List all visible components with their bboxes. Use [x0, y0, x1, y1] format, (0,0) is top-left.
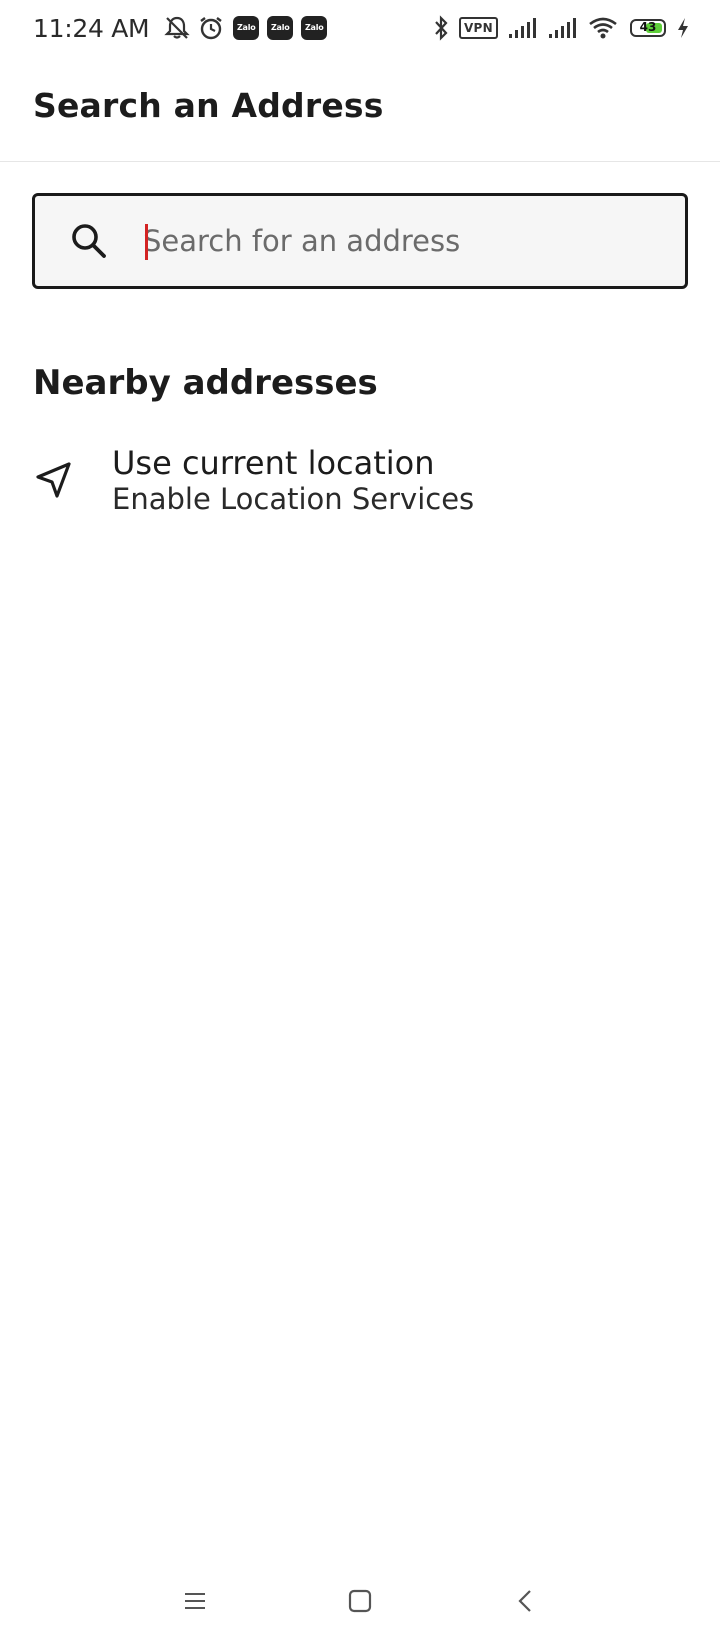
- bluetooth-icon: [433, 15, 449, 41]
- home-icon[interactable]: [345, 1586, 375, 1616]
- back-icon[interactable]: [510, 1586, 540, 1616]
- zalo-icon: Zalo: [267, 16, 294, 40]
- screen: 11:24 AM Zalo Zalo Zalo VPN 43 Search an…: [0, 0, 720, 1650]
- signal-icon: [508, 17, 538, 39]
- battery-icon: 43: [630, 19, 666, 37]
- mute-notifications-icon: [163, 15, 191, 41]
- navigation-arrow-icon: [34, 460, 74, 500]
- location-title: Use current location: [112, 444, 435, 482]
- search-box[interactable]: [32, 193, 688, 289]
- page-title: Search an Address: [33, 86, 384, 125]
- signal-icon: [548, 17, 578, 39]
- header: Search an Address: [0, 56, 720, 162]
- use-current-location-item[interactable]: Use current location Enable Location Ser…: [0, 440, 720, 520]
- zalo-icon: Zalo: [301, 16, 328, 40]
- zalo-icon: Zalo: [233, 16, 260, 40]
- status-right: VPN 43: [423, 15, 690, 41]
- vpn-icon: VPN: [458, 17, 498, 39]
- system-nav-bar: [0, 1574, 720, 1630]
- battery-level: 43: [639, 20, 657, 34]
- search-input[interactable]: [143, 211, 685, 271]
- wifi-icon: [588, 16, 618, 40]
- status-left: 11:24 AM Zalo Zalo Zalo: [33, 13, 328, 43]
- charging-icon: [676, 17, 690, 39]
- location-subtitle: Enable Location Services: [112, 482, 475, 516]
- location-text: Use current location Enable Location Ser…: [112, 444, 474, 516]
- status-bar: 11:24 AM Zalo Zalo Zalo VPN 43: [0, 0, 720, 56]
- alarm-icon: [197, 15, 225, 41]
- nearby-addresses-title: Nearby addresses: [33, 363, 378, 403]
- status-time: 11:24 AM: [33, 13, 150, 43]
- menu-icon[interactable]: [180, 1586, 210, 1616]
- text-caret: [145, 224, 148, 260]
- search-icon: [69, 221, 109, 261]
